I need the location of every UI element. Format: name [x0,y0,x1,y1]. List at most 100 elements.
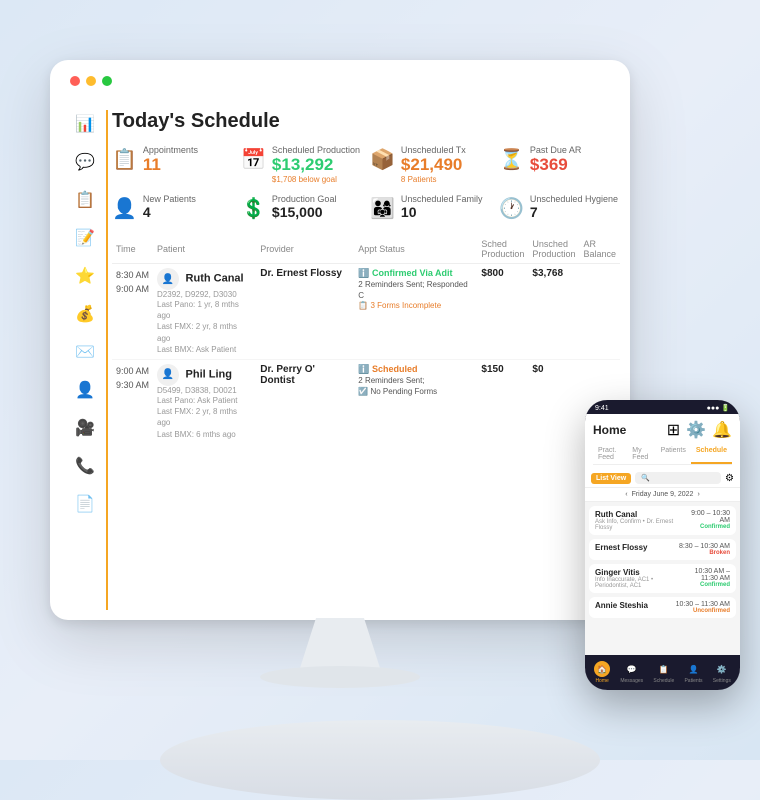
sidebar-icon-favorites[interactable]: ⭐ [71,262,99,290]
row1-sched-prod: $800 [477,264,528,360]
phone: 9:41 ●●● 🔋 Home ⊞ ⚙️ 🔔 Pract. Feed My Fe… [585,400,740,690]
stat-unscheduled-tx: 📦 Unscheduled Tx $21,490 8 Patients [370,145,491,184]
row1-unsched-prod: $3,768 [528,264,579,360]
date-prev-icon[interactable]: ‹ [625,491,627,498]
sidebar: 📊 💬 📋 📝 ⭐ 💰 ✉️ 👤 🎥 📞 📄 [66,110,104,518]
row1-patient[interactable]: 👤 Ruth Canal D2392, D9292, D3030 Last Pa… [153,264,256,360]
stat-prod-goal-value: $15,000 [272,204,337,220]
phone-app-title: Home [593,423,626,437]
col-ar-balance: ARBalance [579,235,620,264]
stats-row-1: 📋 Appointments 11 📅 Scheduled Production… [112,145,620,184]
sidebar-icon-patients[interactable]: 👤 [71,376,99,404]
monitor-stand [300,618,380,668]
stat-appointments-label: Appointments [143,145,198,155]
row2-status: ℹ️ Scheduled 2 Reminders Sent; ☑️ No Pen… [354,359,477,443]
tab-my-feed[interactable]: My Feed [627,444,655,464]
traffic-light-green[interactable] [102,76,112,86]
stat-unsched-tx-label: Unscheduled Tx [401,145,466,155]
stat-unsched-family-value: 10 [401,204,483,220]
stat-unsched-hygiene-value: 7 [530,204,618,220]
stat-sched-prod-label: Scheduled Production [272,145,360,155]
list-view-button[interactable]: List View [591,473,631,484]
phone-header: Home ⊞ ⚙️ 🔔 Pract. Feed My Feed Patients… [585,414,740,469]
sidebar-icon-messages[interactable]: 💬 [71,148,99,176]
stat-new-patients-label: New Patients [143,194,196,204]
phone-bottom-nav: 🏠 Home 💬 Messages 📋 Schedule 👤 Patients … [585,655,740,690]
home-nav-icon: 🏠 [594,661,610,677]
phone-appt-item[interactable]: Ruth Canal Ask Info, Confirm • Dr. Ernes… [589,506,736,535]
production-goal-icon: 💲 [241,196,266,221]
sidebar-icon-notes[interactable]: 📝 [71,224,99,252]
sidebar-divider [106,110,108,610]
col-provider: Provider [256,235,354,264]
sidebar-icon-records[interactable]: 📋 [71,186,99,214]
new-patients-icon: 👤 [112,196,137,221]
stat-unsched-hygiene-label: Unscheduled Hygiene [530,194,618,204]
stat-scheduled-production: 📅 Scheduled Production $13,292 $1,708 be… [241,145,362,184]
row1-time: 8:30 AM 9:00 AM [112,264,153,360]
phone-tabs: Pract. Feed My Feed Patients Schedule [593,444,732,465]
traffic-light-red[interactable] [70,76,80,86]
phone-nav-home[interactable]: 🏠 Home [594,661,610,684]
settings-nav-icon: ⚙️ [714,661,730,677]
phone-appt-item[interactable]: Ginger Vitis Info Inaccurate, AC1 • Peri… [589,564,736,593]
phone-status-bar: 9:41 ●●● 🔋 [585,400,740,414]
row2-provider: Dr. Perry O' Dontist [256,359,354,443]
phone-appt-item[interactable]: Ernest Flossy 8:30 – 10:30 AM Broken [589,539,736,560]
stat-prod-goal-label: Production Goal [272,194,337,204]
phone-filter-icon[interactable]: ⚙ [725,473,734,484]
row2-patient[interactable]: 👤 Phil Ling D5499, D3838, D0021 Last Pan… [153,359,256,443]
phone-date-label: Friday June 9, 2022 [632,491,694,498]
stat-past-due-ar: ⏳ Past Due AR $369 [499,145,620,184]
row2-sched-prod: $150 [477,359,528,443]
phone-notification-icon[interactable]: 🔔 [712,420,732,440]
traffic-light-yellow[interactable] [86,76,96,86]
main-content: Today's Schedule 📋 Appointments 11 📅 Sch… [112,110,620,610]
tab-patients[interactable]: Patients [656,444,691,464]
stat-appointments-value: 11 [143,155,198,175]
phone-time: 9:41 [595,405,609,412]
stat-unsched-family-label: Unscheduled Family [401,194,483,204]
sidebar-icon-billing[interactable]: 💰 [71,300,99,328]
col-appt-status: Appt Status [354,235,477,264]
tab-schedule[interactable]: Schedule [691,444,732,464]
monitor: 📊 💬 📋 📝 ⭐ 💰 ✉️ 👤 🎥 📞 📄 Today's Schedule [50,60,630,620]
date-next-icon[interactable]: › [697,491,699,498]
phone-nav-settings[interactable]: ⚙️ Settings [713,661,731,684]
phone-view-controls: List View 🔍 ⚙ [585,469,740,488]
phone-nav-patients[interactable]: 👤 Patients [684,661,702,684]
phone-appt-item[interactable]: Annie Steshia 10:30 – 11:30 AM Unconfirm… [589,597,736,618]
phone-nav-messages[interactable]: 💬 Messages [620,661,643,684]
phone-appointments-list: Ruth Canal Ask Info, Confirm • Dr. Ernes… [585,502,740,655]
row1-provider: Dr. Ernest Flossy [256,264,354,360]
unsched-family-icon: 👨‍👩‍👧 [370,196,395,221]
messages-nav-icon: 💬 [624,661,640,677]
phone-grid-icon[interactable]: ⊞ [667,420,680,440]
col-patient: Patient [153,235,256,264]
phone-nav-schedule[interactable]: 📋 Schedule [653,661,674,684]
stat-past-due-value: $369 [530,155,582,175]
sidebar-icon-phone[interactable]: 📞 [71,452,99,480]
phone-date-nav: ‹ Friday June 9, 2022 › [585,488,740,502]
tab-pract-feed[interactable]: Pract. Feed [593,444,627,464]
phone-settings-icon[interactable]: ⚙️ [686,420,706,440]
col-unsched-prod: UnschedProduction [528,235,579,264]
stat-production-goal: 💲 Production Goal $15,000 [241,194,362,221]
schedule-table: Time Patient Provider Appt Status SchedP… [112,235,620,444]
page-title: Today's Schedule [112,110,620,133]
stat-unsched-tx-sub: 8 Patients [401,175,466,184]
stat-appointments: 📋 Appointments 11 [112,145,233,184]
phone-search[interactable]: 🔍 [635,472,721,484]
schedule-nav-icon: 📋 [656,661,672,677]
col-time: Time [112,235,153,264]
row2-unsched-prod: $0 [528,359,579,443]
sidebar-icon-analytics[interactable]: 📊 [71,110,99,138]
stat-new-patients-value: 4 [143,204,196,220]
sidebar-icon-video[interactable]: 🎥 [71,414,99,442]
sidebar-icon-email[interactable]: ✉️ [71,338,99,366]
patients-nav-icon: 👤 [686,661,702,677]
sidebar-icon-documents[interactable]: 📄 [71,490,99,518]
unsched-tx-icon: 📦 [370,147,395,172]
traffic-lights [66,76,614,86]
appointments-icon: 📋 [112,147,137,172]
